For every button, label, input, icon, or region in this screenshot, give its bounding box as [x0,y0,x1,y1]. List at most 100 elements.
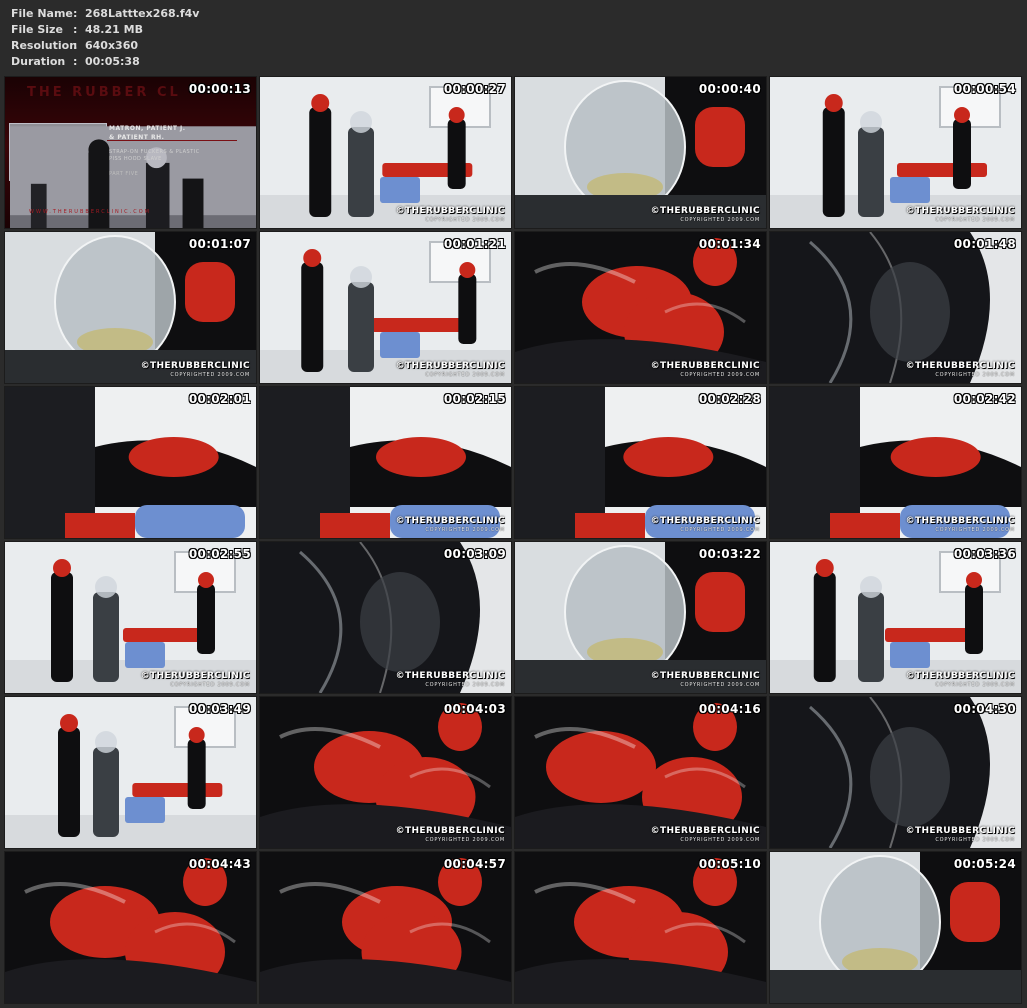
thumbnail[interactable]: ©THERUBBERCLINIC COPYRIGHTED 2009.COM 00:0… [770,77,1021,228]
title-card-line1: MATRON, PATIENT J. [109,125,186,132]
thumbnail-timestamp: 00:01:07 [188,237,251,251]
thumbnail-timestamp: 00:02:42 [953,392,1016,406]
watermark-brand: ©THERUBBERCLINIC [905,361,1015,371]
watermark-copyright: COPYRIGHTED 2009.COM [935,372,1015,378]
thumbnail[interactable]: ©THERUBBERCLINIC COPYRIGHTED 2009.COM 00:0… [770,542,1021,693]
thumbnail[interactable]: 00:04:43 [5,852,256,1003]
thumbnail[interactable]: ©THERUBBERCLINIC COPYRIGHTED 2009.COM 00:0… [260,232,511,383]
watermark: ©THERUBBERCLINIC COPYRIGHTED 2009.COM [651,517,760,535]
thumbnail[interactable]: ©THERUBBERCLINIC COPYRIGHTED 2009.COM 00:0… [770,387,1021,538]
watermark: ©THERUBBERCLINIC COPYRIGHTED 2009.COM [141,362,250,380]
watermark-copyright: COPYRIGHTED 2009.COM [425,837,505,843]
watermark-brand: ©THERUBBERCLINIC [395,826,505,836]
thumbnail-timestamp: 00:03:09 [443,547,506,561]
watermark: ©THERUBBERCLINIC COPYRIGHTED 2009.COM [396,207,505,225]
watermark: ©THERUBBERCLINIC COPYRIGHTED 2009.COM [396,672,505,690]
file-size-row: File Size:48.21 MB [11,22,311,38]
file-info-panel: File Name: 268Latttex268.f4v File Size:48… [11,6,311,70]
watermark-brand: ©THERUBBERCLINIC [395,516,505,526]
thumbnail-grid: THE RUBBER CL MATRON, PATIENT J. & PATIE… [5,77,1022,1003]
file-name-label: File Name [11,7,73,20]
title-card-line5: PART FIVE [109,171,139,177]
file-size-value: 48.21 MB [85,23,143,36]
title-card: THE RUBBER CL MATRON, PATIENT J. & PATIE… [5,77,256,228]
watermark: ©THERUBBERCLINIC COPYRIGHTED 2009.COM [906,517,1015,535]
thumbnail[interactable]: ©THERUBBERCLINIC COPYRIGHTED 2009.COM 00:0… [515,232,766,383]
duration-row: Duration:00:05:38 [11,54,311,70]
thumbnail-timestamp: 00:01:34 [698,237,761,251]
watermark-copyright: COPYRIGHTED 2009.COM [680,682,760,688]
watermark-brand: ©THERUBBERCLINIC [905,206,1015,216]
thumbnail-frame [5,387,256,538]
thumbnail[interactable]: 00:04:57 [260,852,511,1003]
thumbnail[interactable]: ©THERUBBERCLINIC COPYRIGHTED 2009.COM 00:0… [5,542,256,693]
title-card-line2: & PATIENT RH. [109,134,165,141]
watermark-brand: ©THERUBBERCLINIC [650,826,760,836]
watermark: ©THERUBBERCLINIC COPYRIGHTED 2009.COM [906,827,1015,845]
watermark-brand: ©THERUBBERCLINIC [650,361,760,371]
thumbnail[interactable]: ©THERUBBERCLINIC COPYRIGHTED 2009.COM 00:0… [260,697,511,848]
thumbnail[interactable]: ©THERUBBERCLINIC COPYRIGHTED 2009.COM 00:0… [5,232,256,383]
file-name-value: 268Latttex268.f4v [85,7,200,20]
watermark-copyright: COPYRIGHTED 2009.COM [680,372,760,378]
thumbnail-frame [260,852,511,1003]
thumbnail-timestamp: 00:04:57 [443,857,506,871]
thumbnail[interactable]: ©THERUBBERCLINIC COPYRIGHTED 2009.COM 00:0… [770,697,1021,848]
watermark-brand: ©THERUBBERCLINIC [905,671,1015,681]
thumbnail-timestamp: 00:03:49 [188,702,251,716]
watermark: ©THERUBBERCLINIC COPYRIGHTED 2009.COM [396,362,505,380]
thumbnail-timestamp: 00:02:01 [188,392,251,406]
watermark: ©THERUBBERCLINIC COPYRIGHTED 2009.COM [651,672,760,690]
thumbnail-timestamp: 00:04:03 [443,702,506,716]
title-card-line3: STRAP-ON FUCKERS & PLASTIC [109,149,200,155]
watermark-brand: ©THERUBBERCLINIC [140,361,250,371]
watermark-copyright: COPYRIGHTED 2009.COM [170,682,250,688]
watermark: ©THERUBBERCLINIC COPYRIGHTED 2009.COM [651,827,760,845]
thumbnail[interactable]: 00:03:49 [5,697,256,848]
thumbnail[interactable]: 00:05:10 [515,852,766,1003]
contact-sheet: File Name: 268Latttex268.f4v File Size:48… [0,0,1027,1008]
title-card-inset-image [9,123,256,228]
thumbnail-timestamp: 00:00:27 [443,82,506,96]
thumbnail-timestamp: 00:03:36 [953,547,1016,561]
thumbnail[interactable]: ©THERUBBERCLINIC COPYRIGHTED 2009.COM 00:0… [770,232,1021,383]
thumbnail-timestamp: 00:00:13 [188,82,251,96]
watermark: ©THERUBBERCLINIC COPYRIGHTED 2009.COM [651,362,760,380]
watermark: ©THERUBBERCLINIC COPYRIGHTED 2009.COM [906,207,1015,225]
watermark-copyright: COPYRIGHTED 2009.COM [680,837,760,843]
thumbnail[interactable]: ©THERUBBERCLINIC COPYRIGHTED 2009.COM 00:0… [515,387,766,538]
watermark-brand: ©THERUBBERCLINIC [395,671,505,681]
watermark: ©THERUBBERCLINIC COPYRIGHTED 2009.COM [651,207,760,225]
thumbnail[interactable]: ©THERUBBERCLINIC COPYRIGHTED 2009.COM 00:0… [260,542,511,693]
thumbnail[interactable]: ©THERUBBERCLINIC COPYRIGHTED 2009.COM 00:0… [260,77,511,228]
thumbnail-frame [515,852,766,1003]
watermark-copyright: COPYRIGHTED 2009.COM [425,682,505,688]
thumbnail-timestamp: 00:04:16 [698,702,761,716]
watermark-brand: ©THERUBBERCLINIC [140,671,250,681]
watermark: ©THERUBBERCLINIC COPYRIGHTED 2009.COM [396,827,505,845]
resolution-label: Resolution [11,39,78,52]
title-card-line4: PISS HOOD SLAVE [109,156,162,162]
watermark-copyright: COPYRIGHTED 2009.COM [935,217,1015,223]
thumbnail-frame [5,852,256,1003]
thumbnail-timestamp: 00:01:21 [443,237,506,251]
resolution-row: Resolution: 640x360 [11,38,311,54]
duration-label: Duration [11,55,66,68]
file-size-separator: : [73,23,78,36]
watermark-copyright: COPYRIGHTED 2009.COM [680,217,760,223]
title-card-url: WWW.THERUBBERCLINIC.COM [29,209,151,215]
thumbnail[interactable]: ©THERUBBERCLINIC COPYRIGHTED 2009.COM 00:0… [515,542,766,693]
watermark-copyright: COPYRIGHTED 2009.COM [425,217,505,223]
duration-value: 00:05:38 [85,55,140,68]
thumbnail[interactable]: ©THERUBBERCLINIC COPYRIGHTED 2009.COM 00:0… [260,387,511,538]
thumbnail[interactable]: THE RUBBER CL MATRON, PATIENT J. & PATIE… [5,77,256,228]
watermark-copyright: COPYRIGHTED 2009.COM [425,527,505,533]
watermark: ©THERUBBERCLINIC COPYRIGHTED 2009.COM [396,517,505,535]
thumbnail[interactable]: ©THERUBBERCLINIC COPYRIGHTED 2009.COM 00:0… [515,77,766,228]
watermark: ©THERUBBERCLINIC COPYRIGHTED 2009.COM [906,362,1015,380]
thumbnail[interactable]: 00:02:01 [5,387,256,538]
thumbnail-timestamp: 00:05:10 [698,857,761,871]
thumbnail[interactable]: 00:05:24 [770,852,1021,1003]
file-name-separator: : [73,7,78,20]
thumbnail[interactable]: ©THERUBBERCLINIC COPYRIGHTED 2009.COM 00:0… [515,697,766,848]
